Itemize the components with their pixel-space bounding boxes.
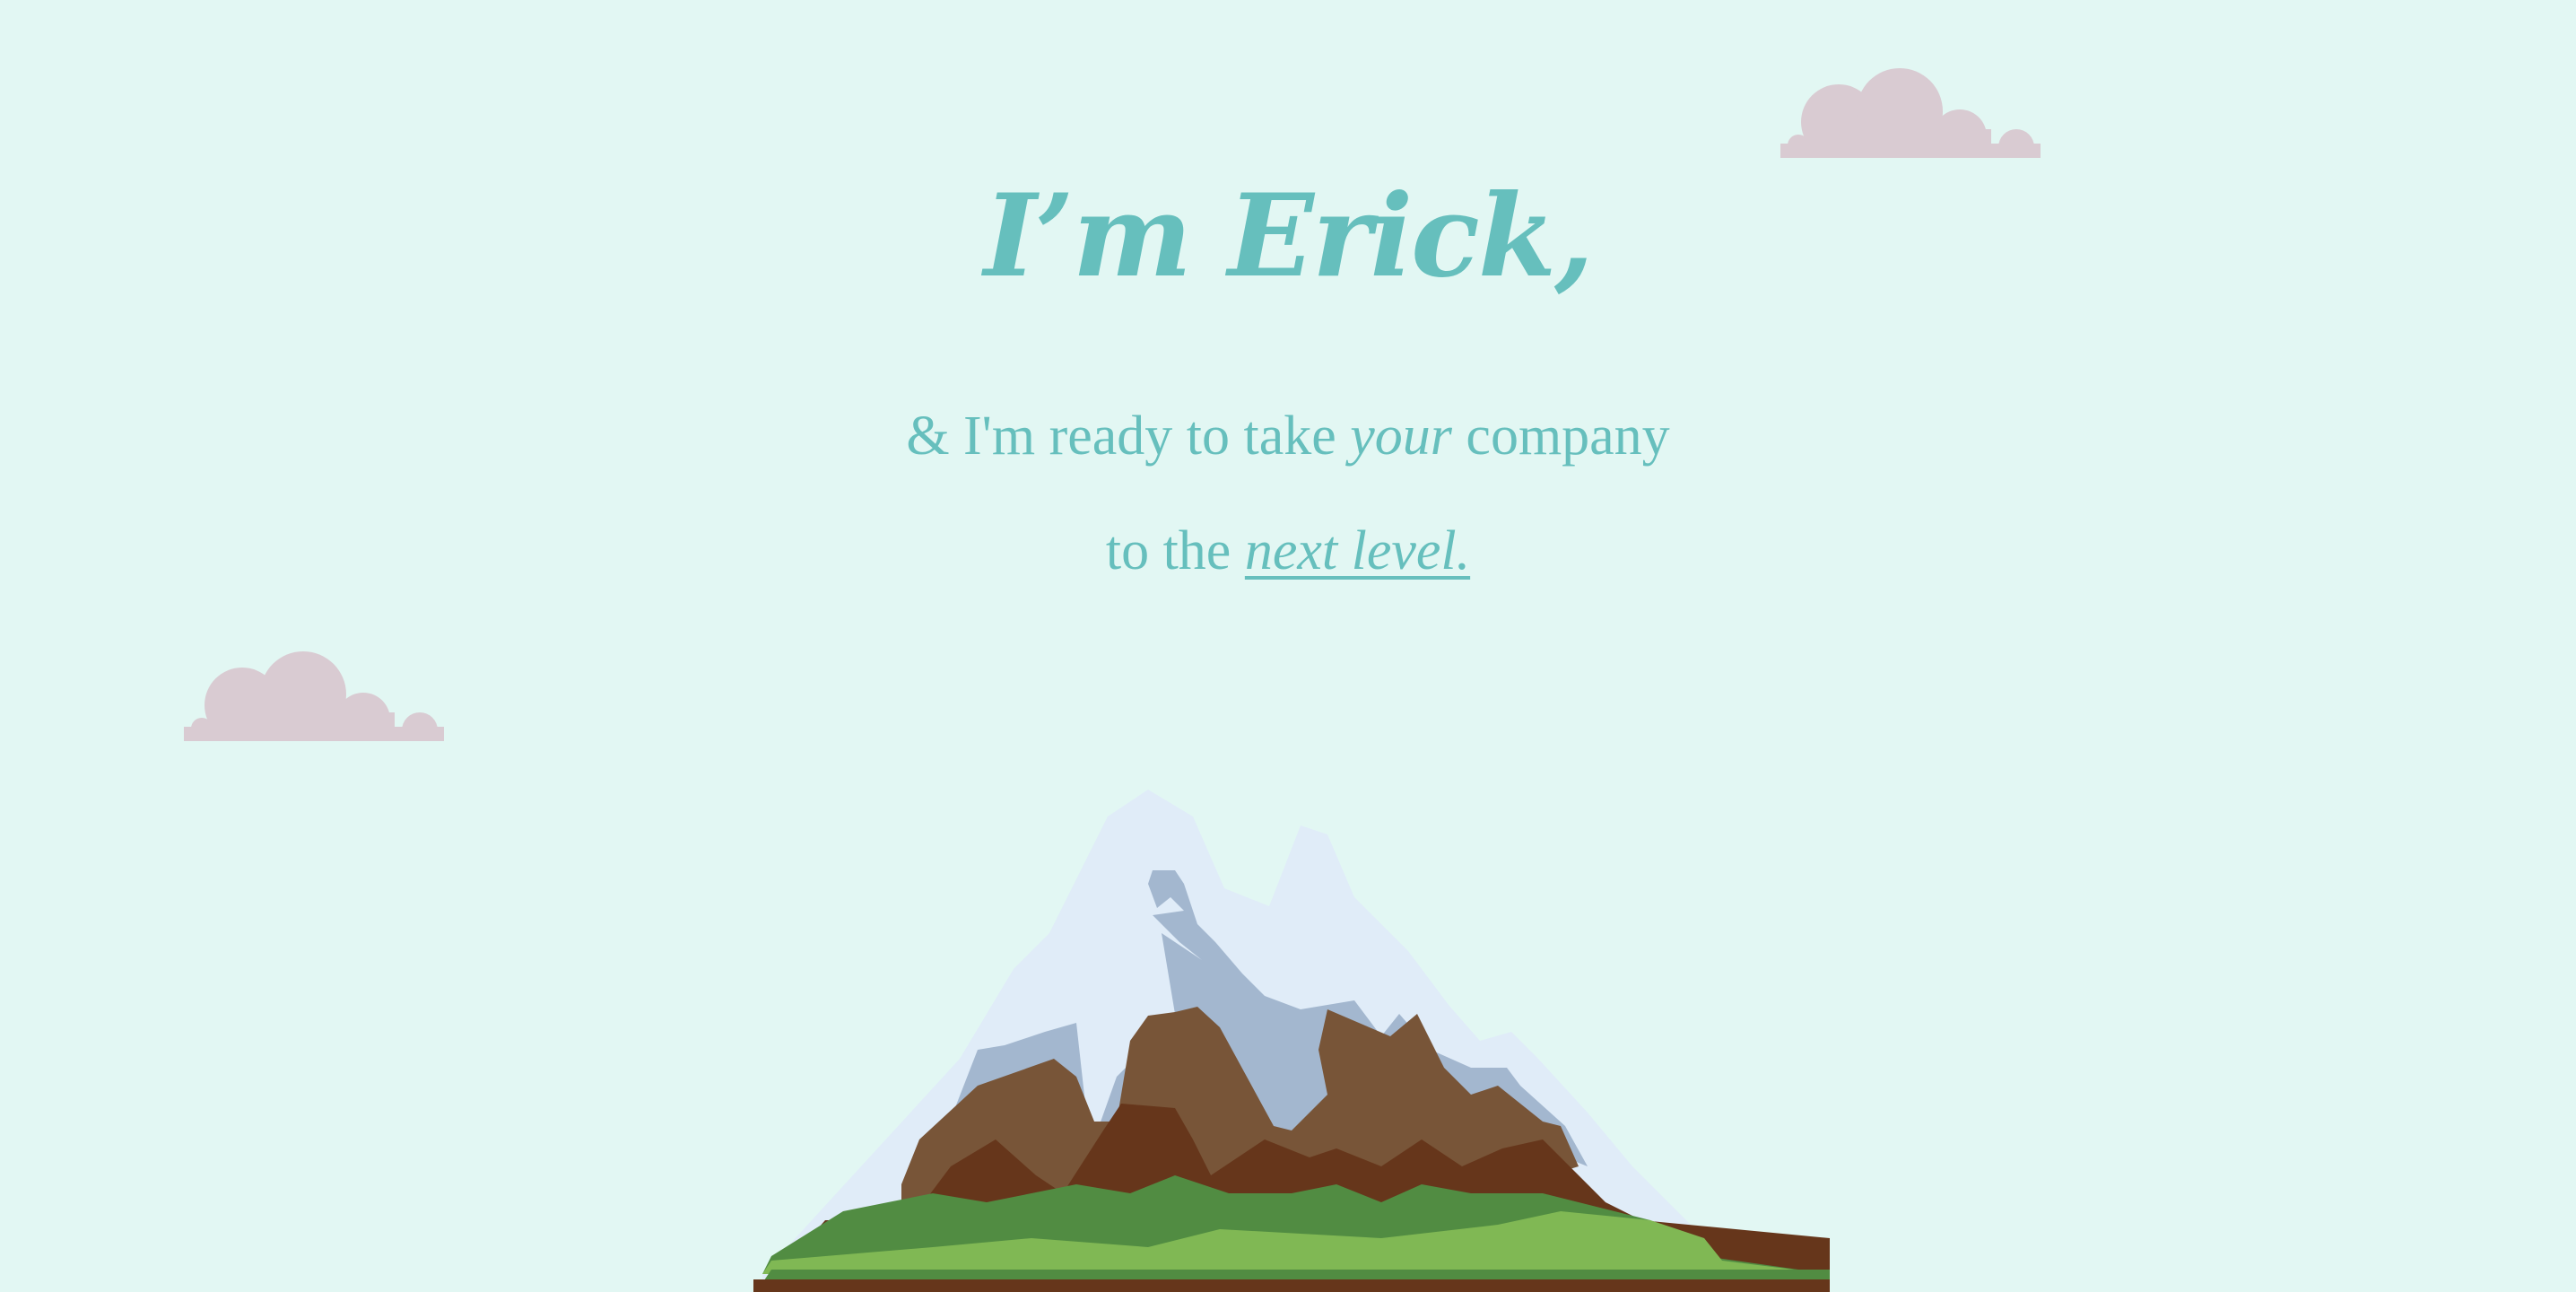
tagline-text: & I'm ready to take: [906, 406, 1351, 467]
tagline-emphasis: your: [1350, 406, 1452, 467]
tagline-text: company: [1451, 406, 1670, 467]
next-level-link[interactable]: next level.: [1245, 520, 1470, 581]
landing-page: I’m Erick, & I'm ready to take your comp…: [0, 0, 2576, 1292]
cloud-icon: [184, 651, 444, 741]
hero-title: I’m Erick,: [983, 170, 1594, 302]
cloud-icon: [1780, 68, 2041, 158]
tagline-line-2: to the next level.: [0, 515, 2576, 587]
mountain-icon: [753, 790, 1830, 1292]
tagline-line-1: & I'm ready to take your company: [0, 400, 2576, 472]
tagline-text: to the: [1105, 520, 1245, 581]
